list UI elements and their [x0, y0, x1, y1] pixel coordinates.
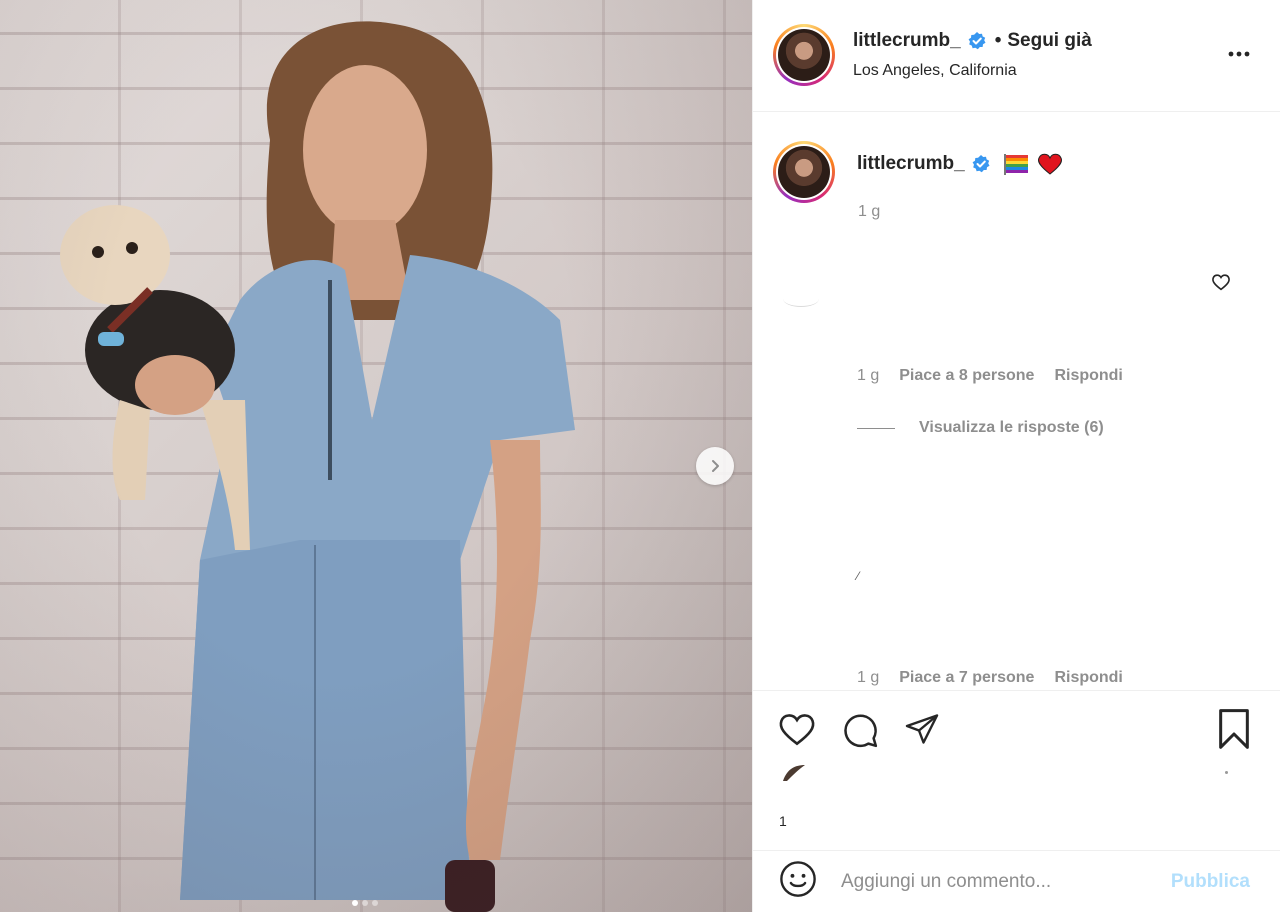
- save-button[interactable]: [1217, 709, 1251, 754]
- heart-outline-icon: [1212, 274, 1230, 291]
- post-photo[interactable]: [0, 0, 752, 912]
- comment-bubble-icon: [844, 714, 878, 748]
- more-horizontal-icon: [1228, 51, 1250, 57]
- photo-vignette: [0, 0, 752, 912]
- separator-dot: [1225, 771, 1228, 774]
- carousel-indicator: [352, 900, 378, 906]
- post-side-panel: littlecrumb_ • Segui già Los Angeles, Ca…: [752, 0, 1280, 912]
- comment-button[interactable]: [841, 711, 879, 754]
- likes-count[interactable]: 1: [779, 813, 787, 829]
- separator-dot: •: [994, 30, 1002, 51]
- bookmark-icon: [1219, 709, 1249, 749]
- caption-username[interactable]: littlecrumb_: [857, 153, 965, 175]
- comment-like-button[interactable]: [1211, 273, 1231, 296]
- post-header: littlecrumb_ • Segui già Los Angeles, Ca…: [753, 0, 1280, 112]
- comment-composer: Pubblica: [753, 850, 1280, 912]
- carousel-dot: [352, 900, 358, 906]
- like-button[interactable]: [777, 711, 817, 752]
- view-replies-button[interactable]: Visualizza le risposte (6): [857, 419, 1104, 437]
- smiley-icon: [780, 861, 816, 897]
- avatar-image: [778, 146, 830, 198]
- comment-likes[interactable]: Piace a 8 persone: [899, 367, 1034, 385]
- share-button[interactable]: [903, 711, 941, 752]
- verified-badge-icon: [972, 155, 990, 173]
- replies-divider: [857, 427, 895, 429]
- chevron-right-icon: [712, 460, 719, 472]
- view-replies-label: Visualizza le risposte (6): [919, 419, 1104, 436]
- comment-time: 1 g: [857, 367, 880, 384]
- follow-status-button[interactable]: Segui già: [1007, 30, 1091, 52]
- liker-avatar-icon[interactable]: [781, 763, 807, 783]
- carousel-next-button[interactable]: [696, 447, 734, 485]
- red-heart-icon: [1037, 153, 1062, 175]
- caption: littlecrumb_: [857, 153, 1063, 175]
- comment-reply-button[interactable]: Rispondi: [1054, 669, 1122, 687]
- author-avatar[interactable]: [773, 24, 835, 86]
- publish-button[interactable]: Pubblica: [1171, 871, 1250, 893]
- rainbow-flag-icon: [1003, 154, 1028, 175]
- verified-badge-icon: [968, 32, 986, 50]
- comment-reply-button[interactable]: Rispondi: [1054, 367, 1122, 385]
- heart-outline-icon: [779, 714, 815, 746]
- avatar-image: [778, 29, 830, 81]
- post-location[interactable]: Los Angeles, California: [853, 62, 1017, 80]
- comment-meta: 1 g Piace a 7 persone Rispondi: [857, 669, 1123, 687]
- emoji-button[interactable]: [779, 860, 817, 903]
- comment-input[interactable]: [841, 870, 1141, 893]
- comments-list[interactable]: littlecrumb_ 1 g 1 g Piace a 8 persone R…: [753, 113, 1280, 689]
- comment-text-fragment: ⁄: [857, 569, 860, 583]
- comment-avatar[interactable]: [783, 291, 819, 307]
- caption-time: 1 g: [858, 203, 881, 220]
- caption-author-avatar[interactable]: [773, 141, 835, 203]
- author-username[interactable]: littlecrumb_: [853, 30, 961, 52]
- carousel-dot: [362, 900, 368, 906]
- post-actions: 1: [753, 690, 1280, 850]
- comment-likes[interactable]: Piace a 7 persone: [899, 669, 1034, 687]
- comment-meta: 1 g Piace a 8 persone Rispondi: [857, 367, 1123, 385]
- comment-time: 1 g: [857, 669, 880, 686]
- more-options-button[interactable]: [1228, 44, 1250, 62]
- paper-plane-icon: [905, 714, 939, 744]
- carousel-dot: [372, 900, 378, 906]
